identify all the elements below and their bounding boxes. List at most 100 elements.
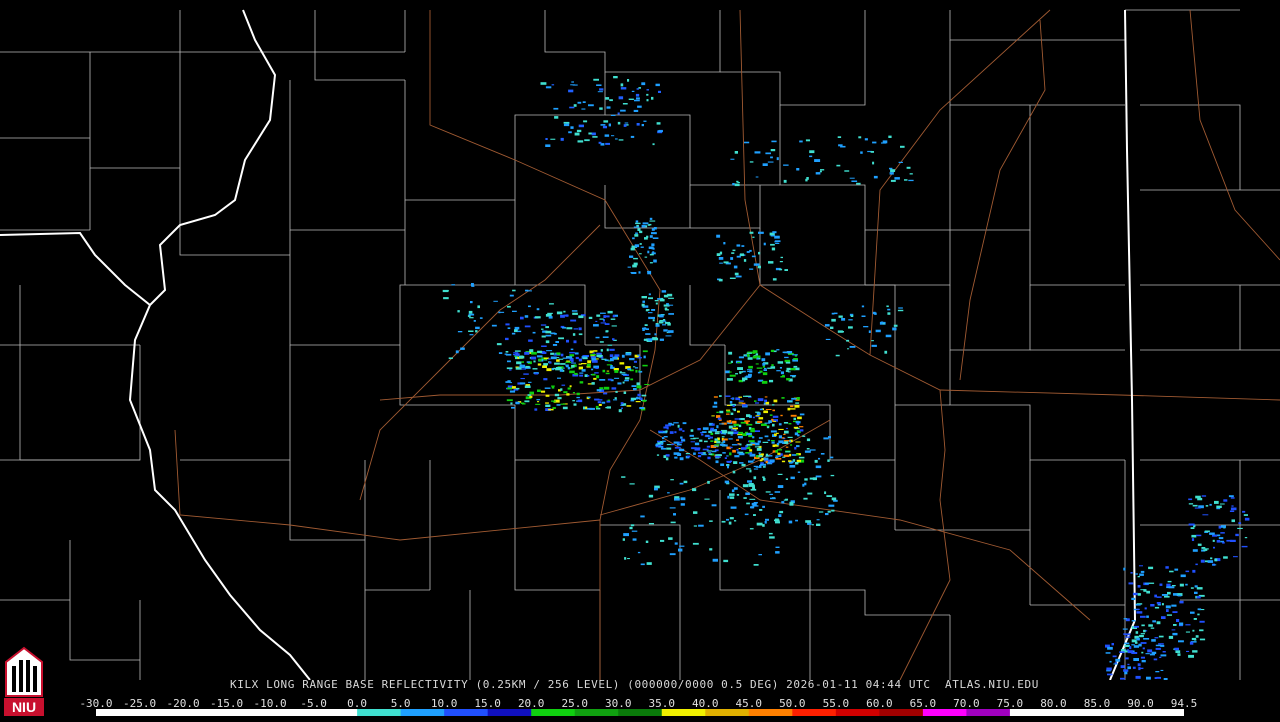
echo-pixel <box>1192 569 1196 573</box>
echo-pixel <box>747 453 753 455</box>
echo-pixel <box>746 432 752 436</box>
echo-pixel <box>761 423 767 426</box>
echo-pixel <box>747 354 750 357</box>
echo-pixel <box>524 315 529 318</box>
echo-pixel <box>581 369 586 372</box>
echo-pixel <box>569 351 575 354</box>
echo-pixel <box>796 445 800 448</box>
echo-pixel <box>1196 596 1201 599</box>
echo-pixel <box>1130 572 1133 574</box>
echo-pixel <box>545 330 552 334</box>
echo-pixel <box>1191 534 1197 538</box>
echo-pixel <box>724 444 728 447</box>
radar-map <box>0 9 1280 680</box>
echo-pixel <box>642 300 645 303</box>
echo-pixel <box>788 460 792 462</box>
colorbar-segment <box>618 709 663 716</box>
echo-pixel <box>525 365 530 368</box>
echo-pixel <box>511 406 515 409</box>
echo-pixel <box>694 442 700 446</box>
echo-pixel <box>473 320 476 322</box>
echo-pixel <box>593 324 599 327</box>
echo-pixel <box>749 268 754 270</box>
echo-pixel <box>643 355 646 359</box>
echo-pixel <box>716 234 721 238</box>
echo-pixel <box>617 382 622 385</box>
echo-pixel <box>577 140 584 143</box>
echo-pixel <box>773 399 778 403</box>
echo-pixel <box>667 330 674 333</box>
echo-pixel <box>733 423 739 427</box>
echo-pixel <box>818 511 824 513</box>
echo-pixel <box>755 411 760 413</box>
highway-line <box>959 19 1046 381</box>
echo-pixel <box>793 365 798 368</box>
echo-pixel <box>741 463 746 467</box>
echo-pixel <box>622 103 628 105</box>
echo-pixel <box>767 439 770 441</box>
echo-pixel <box>632 264 637 268</box>
echo-pixel <box>633 366 636 368</box>
echo-pixel <box>669 553 676 556</box>
echo-pixel <box>1174 568 1179 571</box>
echo-pixel <box>799 429 804 432</box>
echo-pixel <box>1119 651 1125 653</box>
echo-pixel <box>653 227 657 230</box>
echo-pixel <box>534 408 538 411</box>
echo-pixel <box>636 224 639 227</box>
echo-pixel <box>772 444 775 447</box>
echo-pixel <box>738 424 742 428</box>
echo-pixel <box>642 350 648 353</box>
echo-pixel <box>573 104 577 107</box>
echo-pixel <box>807 492 813 495</box>
echo-pixel <box>831 509 835 512</box>
echo-pixel <box>726 409 731 411</box>
colorbar-segment <box>226 709 271 716</box>
echo-pixel <box>779 510 784 514</box>
echo-pixel <box>874 312 877 315</box>
echo-pixel <box>786 378 790 381</box>
echo-pixel <box>554 116 559 119</box>
echo-pixel <box>721 520 726 523</box>
echo-pixel <box>772 423 775 427</box>
echo-pixel <box>752 352 755 354</box>
echo-pixel <box>524 385 531 388</box>
echo-pixel <box>663 455 667 458</box>
echo-pixel <box>695 447 700 449</box>
echo-pixel <box>634 99 640 102</box>
echo-pixel <box>642 400 647 402</box>
echo-pixel <box>515 367 522 370</box>
echo-pixel <box>756 367 763 369</box>
echo-pixel <box>1120 665 1125 668</box>
echo-pixel <box>753 476 757 480</box>
echo-pixel <box>1231 519 1235 523</box>
echo-pixel <box>770 243 775 246</box>
echo-pixel <box>529 349 534 353</box>
echo-pixel <box>627 558 630 560</box>
echo-pixel <box>726 518 729 521</box>
echo-pixel <box>637 357 642 359</box>
echo-pixel <box>636 123 640 126</box>
echo-pixel <box>729 493 735 496</box>
echo-pixel <box>471 283 474 286</box>
echo-pixel <box>749 161 754 163</box>
colorbar-segment <box>792 709 837 716</box>
echo-pixel <box>770 156 773 159</box>
echo-pixel <box>730 429 736 431</box>
echo-pixel <box>847 348 850 350</box>
echo-pixel <box>721 436 725 438</box>
echo-pixel <box>541 328 544 330</box>
echo-pixel <box>711 429 717 432</box>
echo-pixel <box>750 488 757 491</box>
echo-pixel <box>798 456 805 459</box>
echo-pixel <box>560 314 565 318</box>
echo-pixel <box>744 141 750 144</box>
echo-pixel <box>759 509 763 511</box>
echo-pixel <box>795 441 801 443</box>
echo-pixel <box>715 455 720 458</box>
echo-pixel <box>573 328 579 330</box>
echo-pixel <box>796 453 799 456</box>
echo-pixel <box>514 326 520 330</box>
echo-pixel <box>759 408 763 411</box>
echo-pixel <box>1190 611 1195 614</box>
